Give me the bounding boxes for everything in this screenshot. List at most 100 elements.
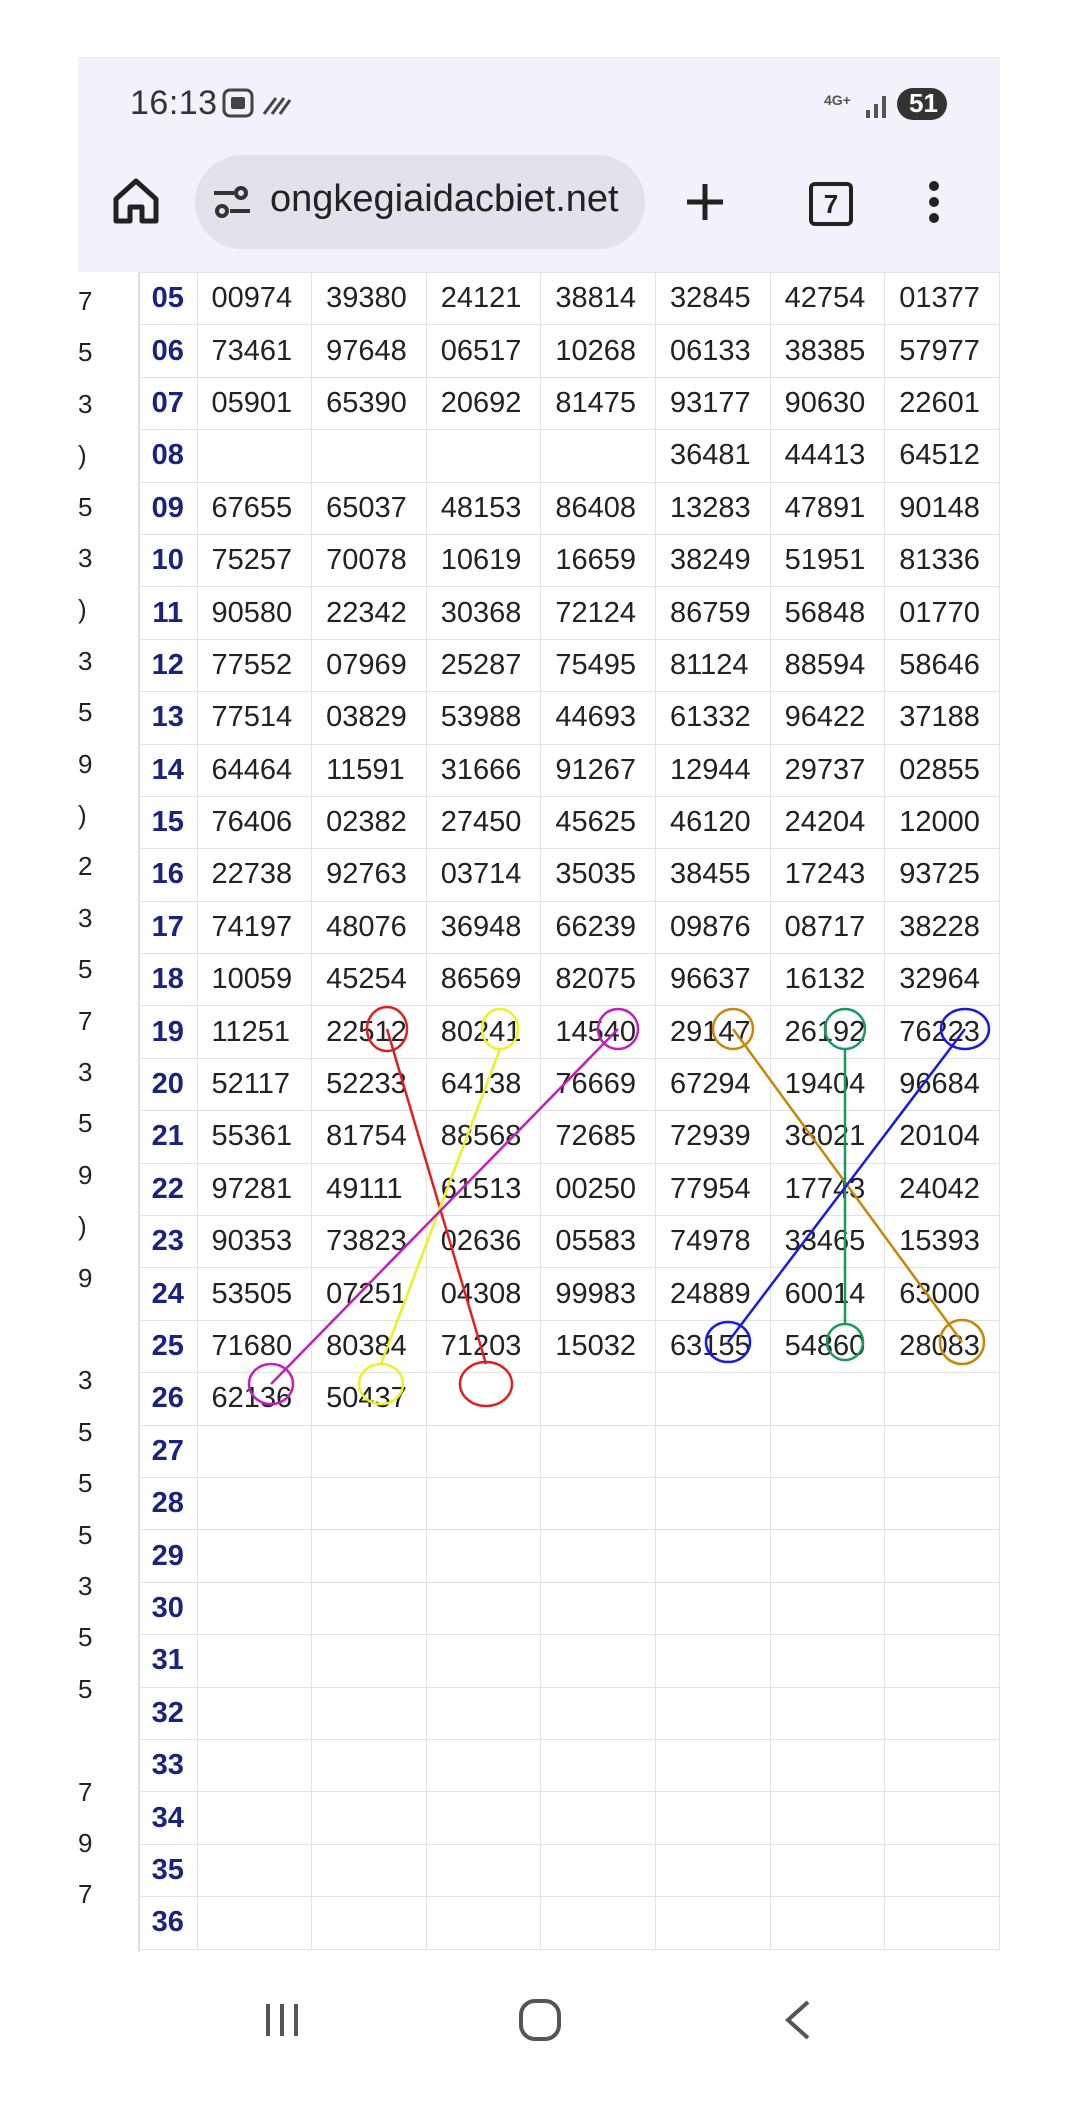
number-cell: 77514 [196, 691, 313, 745]
clipped-text: 5 [78, 1622, 93, 1653]
number-cell: 17243 [769, 848, 886, 902]
number-cell: 45625 [540, 795, 657, 850]
back-icon[interactable] [782, 1998, 812, 2042]
system-nav-bar [0, 1952, 1080, 2116]
number-cell [196, 1581, 313, 1636]
clipped-text: 3 [78, 1571, 93, 1601]
number-cell [655, 1476, 771, 1531]
clipped-text: ) [78, 800, 87, 830]
day-cell: 18 [138, 953, 198, 1007]
number-cell: 16659 [540, 533, 657, 588]
day-cell: 14 [138, 743, 198, 797]
clipped-text: 9 [78, 1159, 93, 1190]
new-tab-icon[interactable] [683, 180, 727, 224]
number-cell: 86408 [540, 481, 657, 535]
clipped-text: 3 [78, 388, 93, 419]
day-cell: 19 [138, 1005, 198, 1059]
more-menu-icon[interactable] [924, 178, 944, 226]
number-cell: 81475 [540, 376, 657, 431]
table-row: 26 62136 50437 [138, 1372, 1000, 1426]
number-cell: 58646 [884, 638, 1000, 693]
number-cell: 74978 [655, 1215, 771, 1269]
number-cell: 15032 [540, 1319, 657, 1374]
number-cell [769, 1738, 886, 1793]
number-cell: 29147 [655, 1005, 771, 1059]
number-cell: 11251 [196, 1005, 313, 1059]
clipped-text: 5 [78, 954, 93, 985]
number-cell: 63155 [655, 1319, 771, 1374]
clipped-text: 5 [78, 1519, 93, 1550]
day-cell: 28 [138, 1476, 198, 1531]
number-cell: 65037 [311, 481, 427, 535]
number-cell [425, 1476, 542, 1531]
number-cell [769, 1686, 886, 1740]
clipped-text: 5 [78, 1468, 93, 1499]
number-cell [196, 1634, 313, 1688]
clipped-text: 5 [78, 1673, 93, 1704]
number-cell: 07251 [311, 1267, 427, 1321]
number-cell: 22342 [311, 586, 427, 640]
number-cell: 32964 [884, 953, 1000, 1007]
number-cell [540, 1791, 657, 1845]
web-content[interactable]: 7 5 3) 5 3) 3 5 9) 2 3 5 7 3 5 9) 9 3 5 5 5 3 5 5 7 9 7 05 00974 39… [78, 272, 1000, 1952]
number-cell: 75257 [196, 533, 313, 588]
home-icon[interactable] [110, 175, 162, 227]
number-cell: 02855 [884, 743, 1000, 797]
number-cell: 99983 [540, 1267, 657, 1321]
table-row: 20 52117 52233 64138 76669 67294 19404 96684 [138, 1057, 1000, 1112]
number-cell: 24042 [884, 1162, 1000, 1217]
number-cell: 03714 [425, 848, 542, 902]
site-settings-icon[interactable] [212, 185, 252, 221]
tab-switcher-button[interactable]: 7 [809, 182, 853, 226]
day-cell: 34 [138, 1791, 198, 1845]
number-cell [655, 1896, 771, 1950]
number-cell [425, 1372, 542, 1426]
number-cell: 76223 [884, 1005, 1000, 1059]
number-cell: 38814 [540, 272, 657, 326]
number-cell: 49111 [311, 1162, 427, 1217]
url-text[interactable]: ongkegiaidacbiet.net [270, 178, 630, 221]
number-cell: 02382 [311, 795, 427, 850]
number-cell [884, 1738, 1000, 1793]
number-cell: 12944 [655, 743, 771, 797]
clipped-text: 3 [78, 1365, 93, 1396]
number-cell [196, 1424, 313, 1478]
number-cell: 01377 [884, 272, 1000, 326]
number-cell [311, 1686, 427, 1740]
number-cell: 31666 [425, 743, 542, 797]
table-row: 35 [138, 1843, 1000, 1898]
number-cell [655, 1529, 771, 1583]
table-row: 32 [138, 1686, 1000, 1740]
day-cell: 13 [138, 691, 198, 745]
number-cell [425, 1686, 542, 1740]
day-cell: 08 [138, 429, 198, 483]
number-cell: 38385 [769, 324, 886, 378]
clipped-text: 2 [78, 851, 93, 882]
number-cell: 77954 [655, 1162, 771, 1217]
home-nav-icon[interactable] [518, 1998, 562, 2042]
number-cell: 44693 [540, 691, 657, 745]
recent-apps-icon[interactable] [262, 2000, 302, 2040]
number-cell: 24121 [425, 272, 542, 326]
number-cell: 91267 [540, 743, 657, 797]
clipped-text: 3 [78, 902, 93, 933]
day-cell: 24 [138, 1267, 198, 1321]
number-cell: 42754 [769, 272, 886, 326]
number-cell: 55361 [196, 1110, 313, 1164]
number-cell [769, 1581, 886, 1636]
number-cell: 72124 [540, 586, 657, 640]
number-cell: 48153 [425, 481, 542, 535]
number-cell: 90580 [196, 586, 313, 640]
number-cell [311, 1738, 427, 1793]
battery-level: 51 [909, 88, 938, 118]
number-cell [540, 1424, 657, 1478]
number-cell: 02636 [425, 1215, 542, 1269]
number-cell [540, 1686, 657, 1740]
clipped-text: 5 [78, 337, 93, 368]
lottery-table: 05 00974 39380 24121 38814 32845 42754 01377 06 7… [138, 272, 1000, 1950]
number-cell: 22738 [196, 848, 313, 902]
clipped-text: 5 [78, 697, 93, 728]
number-cell: 04308 [425, 1267, 542, 1321]
number-cell: 71203 [425, 1319, 542, 1374]
day-cell: 32 [138, 1686, 198, 1740]
